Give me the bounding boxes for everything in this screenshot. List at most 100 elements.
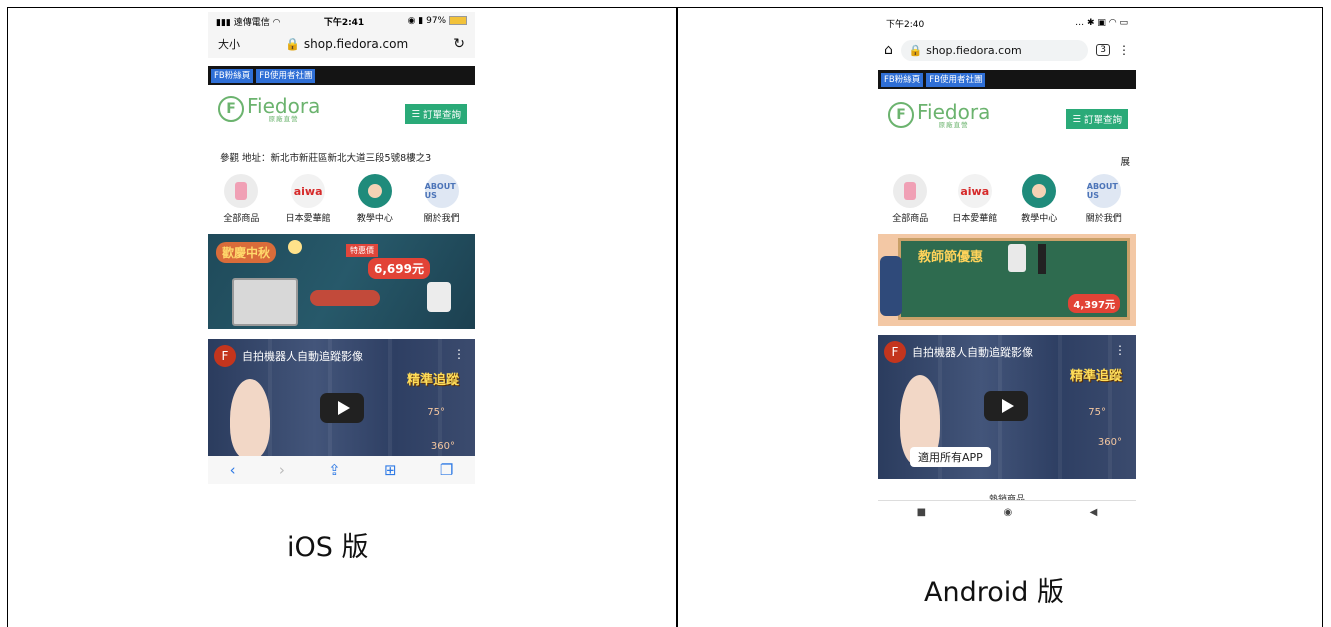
text-size-button[interactable]: 大小 xyxy=(218,36,240,52)
ios-battery: ◉ ▮ 97% xyxy=(408,16,467,26)
video-title: 自拍機器人自動追蹤影像 xyxy=(912,346,1033,359)
headset-person-icon xyxy=(1022,174,1057,208)
youtube-video[interactable]: F 自拍機器人自動追蹤影像 ⋮ 精準追蹤 75° 360° xyxy=(208,339,475,456)
logo-f-icon: F xyxy=(218,96,244,123)
logo-f-icon: F xyxy=(888,102,914,129)
logo-name: Fiedora xyxy=(247,94,321,118)
promo-banner[interactable]: 歡慶中秋 特惠價 6,699元 xyxy=(208,234,475,329)
fiedora-logo[interactable]: F Fiedora 原廠直營 xyxy=(218,96,320,123)
more-icon[interactable]: ⋮ xyxy=(453,347,465,361)
category-tutorial[interactable]: 教學中心 xyxy=(1009,174,1069,224)
logo-name: Fiedora xyxy=(917,100,991,124)
home-nav-icon[interactable]: ◉ xyxy=(1003,507,1012,518)
order-query-button[interactable]: ☰ 訂單查詢 xyxy=(1066,109,1128,129)
category-about[interactable]: ABOUT US 關於我們 xyxy=(412,174,472,224)
robot-icon xyxy=(224,174,259,208)
video-deg-1: 75° xyxy=(1088,407,1106,418)
category-tutorial[interactable]: 教學中心 xyxy=(345,174,405,224)
video-title: 自拍機器人自動追蹤影像 xyxy=(242,350,363,363)
android-clock: 下午2:40 xyxy=(886,19,925,30)
video-header: F 自拍機器人自動追蹤影像 xyxy=(214,345,363,367)
marquee-text: 參觀 地址：新北市新莊區新北大道三段5號8樓之3 xyxy=(220,153,432,164)
category-aiwa[interactable]: aiwa 日本愛華館 xyxy=(945,174,1005,224)
forward-icon[interactable]: › xyxy=(279,461,285,479)
channel-avatar[interactable]: F xyxy=(214,345,236,367)
video-header: F 自拍機器人自動追蹤影像 xyxy=(884,341,1033,363)
share-icon[interactable]: ⇪ xyxy=(328,461,341,479)
video-deg-2: 360° xyxy=(1097,437,1122,448)
ios-caption: iOS 版 xyxy=(287,532,369,563)
lock-icon: 🔒 xyxy=(285,37,301,51)
fb-group-button[interactable]: FB使用者社團 xyxy=(256,68,316,83)
presenter-image xyxy=(230,379,270,456)
reload-icon[interactable]: ↻ xyxy=(453,36,465,52)
banner-title: 歡慶中秋 xyxy=(216,242,277,263)
play-button[interactable] xyxy=(984,391,1028,421)
list-icon: ☰ xyxy=(1072,113,1081,125)
menu-icon[interactable]: ⋮ xyxy=(1118,43,1130,57)
android-url-field[interactable]: 🔒 shop.fiedora.com xyxy=(900,39,1089,61)
ios-status-bar: ▮▮▮ 遠傳電信 ◠ 下午2:41 ◉ ▮ 97% xyxy=(208,12,475,30)
bookmarks-icon[interactable]: ⊞ xyxy=(384,461,397,479)
tabs-icon[interactable]: ❐ xyxy=(440,461,453,479)
android-url-bar: ⌂ 🔒 shop.fiedora.com 3 ⋮ xyxy=(878,36,1136,64)
lock-icon: 🔒 xyxy=(908,43,923,57)
tab-count[interactable]: 3 xyxy=(1096,44,1110,56)
android-nav-bar: ■ ◉ ◀ xyxy=(878,502,1136,522)
headset-person-icon xyxy=(357,174,392,208)
video-tag: 精準追蹤 xyxy=(1069,369,1122,384)
product-image xyxy=(310,290,380,306)
column-divider xyxy=(676,7,678,627)
category-aiwa[interactable]: aiwa 日本愛華館 xyxy=(278,174,338,224)
video-deg-2: 360° xyxy=(430,441,455,452)
about-us-icon: ABOUT US xyxy=(424,174,459,208)
below-video-text: 熱銷商品 xyxy=(878,492,1136,501)
android-caption: Android 版 xyxy=(924,577,1064,608)
price-badge: 特惠價 xyxy=(346,244,378,257)
android-fb-bar: FB粉絲頁 FB使用者社團 xyxy=(878,70,1136,89)
video-tag: 精準追蹤 xyxy=(406,373,459,388)
fiedora-logo[interactable]: F Fiedora 原廠直營 xyxy=(888,102,990,129)
category-all-products[interactable]: 全部商品 xyxy=(211,174,271,224)
product-image-2 xyxy=(1038,244,1046,274)
channel-avatar[interactable]: F xyxy=(884,341,906,363)
more-icon[interactable]: ⋮ xyxy=(1114,343,1126,357)
android-status-bar: 下午2:40 … ✱ ▣ ◠ ▭ xyxy=(878,14,1136,32)
category-row: 全部商品 aiwa 日本愛華館 教學中心 ABOUT US 關於我們 xyxy=(208,174,475,224)
marquee-text: 展 xyxy=(1120,157,1130,168)
recents-icon[interactable]: ■ xyxy=(917,507,926,518)
promo-banner[interactable]: 教師節優惠 4,397元 xyxy=(878,234,1136,326)
ios-toolbar: ‹ › ⇪ ⊞ ❐ xyxy=(208,456,475,484)
banner-title: 教師節優惠 xyxy=(918,250,984,265)
product-image xyxy=(1008,244,1026,272)
play-button[interactable] xyxy=(320,393,364,423)
app-label: 適用所有APP xyxy=(910,447,991,467)
fb-group-button[interactable]: FB使用者社團 xyxy=(926,72,986,87)
ios-url-bar[interactable]: 大小 🔒 shop.fiedora.com ↻ xyxy=(208,30,475,58)
category-row: 全部商品 aiwa 日本愛華館 教學中心 ABOUT US 關於我們 xyxy=(878,174,1136,224)
category-all-products[interactable]: 全部商品 xyxy=(880,174,940,224)
about-us-icon: ABOUT US xyxy=(1086,174,1121,208)
teacher-image xyxy=(880,256,902,316)
aiwa-logo-icon: aiwa xyxy=(291,174,326,208)
video-deg-1: 75° xyxy=(427,407,445,418)
fb-fanpage-button[interactable]: FB粉絲頁 xyxy=(211,68,254,83)
list-icon: ☰ xyxy=(411,108,420,120)
fb-fanpage-button[interactable]: FB粉絲頁 xyxy=(881,72,924,87)
aiwa-logo-icon: aiwa xyxy=(957,174,992,208)
robot-icon xyxy=(893,174,928,208)
ios-url[interactable]: 🔒 shop.fiedora.com xyxy=(285,37,408,51)
android-screenshot: 下午2:40 … ✱ ▣ ◠ ▭ ⌂ 🔒 shop.fiedora.com 3 … xyxy=(878,14,1136,522)
youtube-video[interactable]: F 自拍機器人自動追蹤影像 ⋮ 精準追蹤 75° 360° 適用所有APP xyxy=(878,335,1136,479)
home-icon[interactable]: ⌂ xyxy=(884,42,893,58)
moon-icon xyxy=(288,240,302,254)
ios-clock: 下午2:41 xyxy=(323,17,365,28)
order-query-button[interactable]: ☰ 訂單查詢 xyxy=(405,104,467,124)
back-icon[interactable]: ‹ xyxy=(230,461,236,479)
ios-carrier: ▮▮▮ 遠傳電信 ◠ xyxy=(216,17,281,28)
ios-screenshot: ▮▮▮ 遠傳電信 ◠ 下午2:41 ◉ ▮ 97% 大小 🔒 shop.fied… xyxy=(208,12,475,484)
category-about[interactable]: ABOUT US 關於我們 xyxy=(1074,174,1134,224)
back-nav-icon[interactable]: ◀ xyxy=(1090,507,1098,518)
banner-price: 4,397元 xyxy=(1068,294,1120,313)
android-status-icons: … ✱ ▣ ◠ ▭ xyxy=(1075,18,1128,28)
